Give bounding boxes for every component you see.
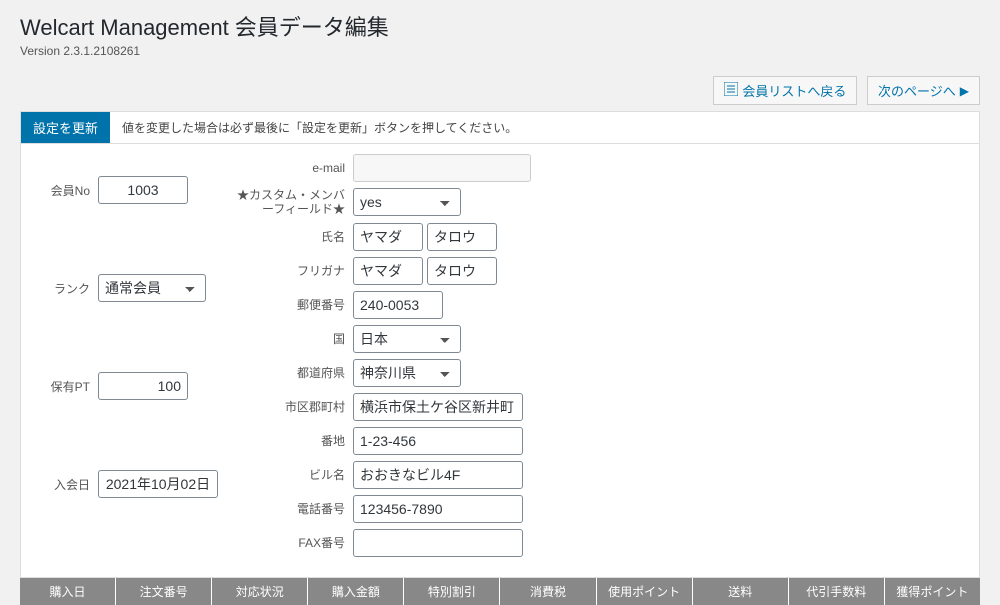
fax-field[interactable]	[353, 529, 523, 557]
bldg-label: ビル名	[233, 466, 353, 483]
city-label: 市区郡町村	[233, 398, 353, 415]
kana-last-field[interactable]	[353, 257, 423, 285]
member-no-field[interactable]	[98, 176, 188, 204]
rank-label: ランク	[33, 280, 98, 297]
next-page-label: 次のページへ	[878, 81, 956, 100]
zip-label: 郵便番号	[233, 296, 353, 313]
joined-label: 入会日	[33, 476, 98, 493]
th-tax: 消費税	[500, 578, 596, 605]
tel-field[interactable]	[353, 495, 523, 523]
name-last-field[interactable]	[353, 223, 423, 251]
th-order-no: 注文番号	[116, 578, 212, 605]
chevron-right-icon: ▶	[960, 84, 969, 98]
addr-label: 番地	[233, 432, 353, 449]
country-select[interactable]: 日本	[353, 325, 461, 353]
page-title: Welcart Management 会員データ編集	[20, 10, 980, 42]
back-to-list-button[interactable]: 会員リストへ戻る	[713, 76, 857, 105]
form-panel: 会員No ランク 通常会員 保有PT 入会日 e-mail ★カスタム・メンバー…	[20, 143, 980, 578]
zip-field[interactable]	[353, 291, 443, 319]
kana-label: フリガナ	[233, 262, 353, 279]
custom-field-label: ★カスタム・メンバーフィールド★	[233, 188, 353, 217]
custom-field-select[interactable]: yes	[353, 188, 461, 216]
update-bar: 設定を更新 値を変更した場合は必ず最後に「設定を更新」ボタンを押してください。	[20, 111, 980, 143]
th-status: 対応状況	[212, 578, 308, 605]
right-column: e-mail ★カスタム・メンバーフィールド★ yes 氏名 フリガナ 郵便番号…	[233, 154, 967, 563]
points-label: 保有PT	[33, 378, 98, 395]
th-shipping: 送料	[693, 578, 789, 605]
th-used-points: 使用ポイント	[597, 578, 693, 605]
th-earned-points: 獲得ポイント	[885, 578, 980, 605]
points-field[interactable]	[98, 372, 188, 400]
country-label: 国	[233, 330, 353, 347]
th-amount: 購入金額	[308, 578, 404, 605]
left-column: 会員No ランク 通常会員 保有PT 入会日	[33, 154, 233, 563]
member-no-label: 会員No	[33, 182, 98, 199]
email-field[interactable]	[353, 154, 531, 182]
version-text: Version 2.3.1.2108261	[20, 44, 980, 58]
th-cod-fee: 代引手数料	[789, 578, 885, 605]
addr-field[interactable]	[353, 427, 523, 455]
name-label: 氏名	[233, 228, 353, 245]
update-note: 値を変更した場合は必ず最後に「設定を更新」ボタンを押してください。	[122, 119, 517, 136]
rank-select[interactable]: 通常会員	[98, 274, 206, 302]
back-to-list-label: 会員リストへ戻る	[742, 81, 846, 100]
joined-field[interactable]	[98, 470, 218, 498]
pref-label: 都道府県	[233, 364, 353, 381]
pref-select[interactable]: 神奈川県	[353, 359, 461, 387]
kana-first-field[interactable]	[427, 257, 497, 285]
email-label: e-mail	[233, 161, 353, 175]
order-table-header: 購入日 注文番号 対応状況 購入金額 特別割引 消費税 使用ポイント 送料 代引…	[20, 578, 980, 605]
name-first-field[interactable]	[427, 223, 497, 251]
update-settings-button[interactable]: 設定を更新	[21, 112, 110, 143]
list-icon	[724, 82, 738, 99]
tel-label: 電話番号	[233, 500, 353, 517]
th-purchase-date: 購入日	[20, 578, 116, 605]
top-actions: 会員リストへ戻る 次のページへ ▶	[20, 76, 980, 105]
fax-label: FAX番号	[233, 534, 353, 551]
next-page-button[interactable]: 次のページへ ▶	[867, 76, 980, 105]
city-field[interactable]	[353, 393, 523, 421]
th-special-discount: 特別割引	[404, 578, 500, 605]
bldg-field[interactable]	[353, 461, 523, 489]
